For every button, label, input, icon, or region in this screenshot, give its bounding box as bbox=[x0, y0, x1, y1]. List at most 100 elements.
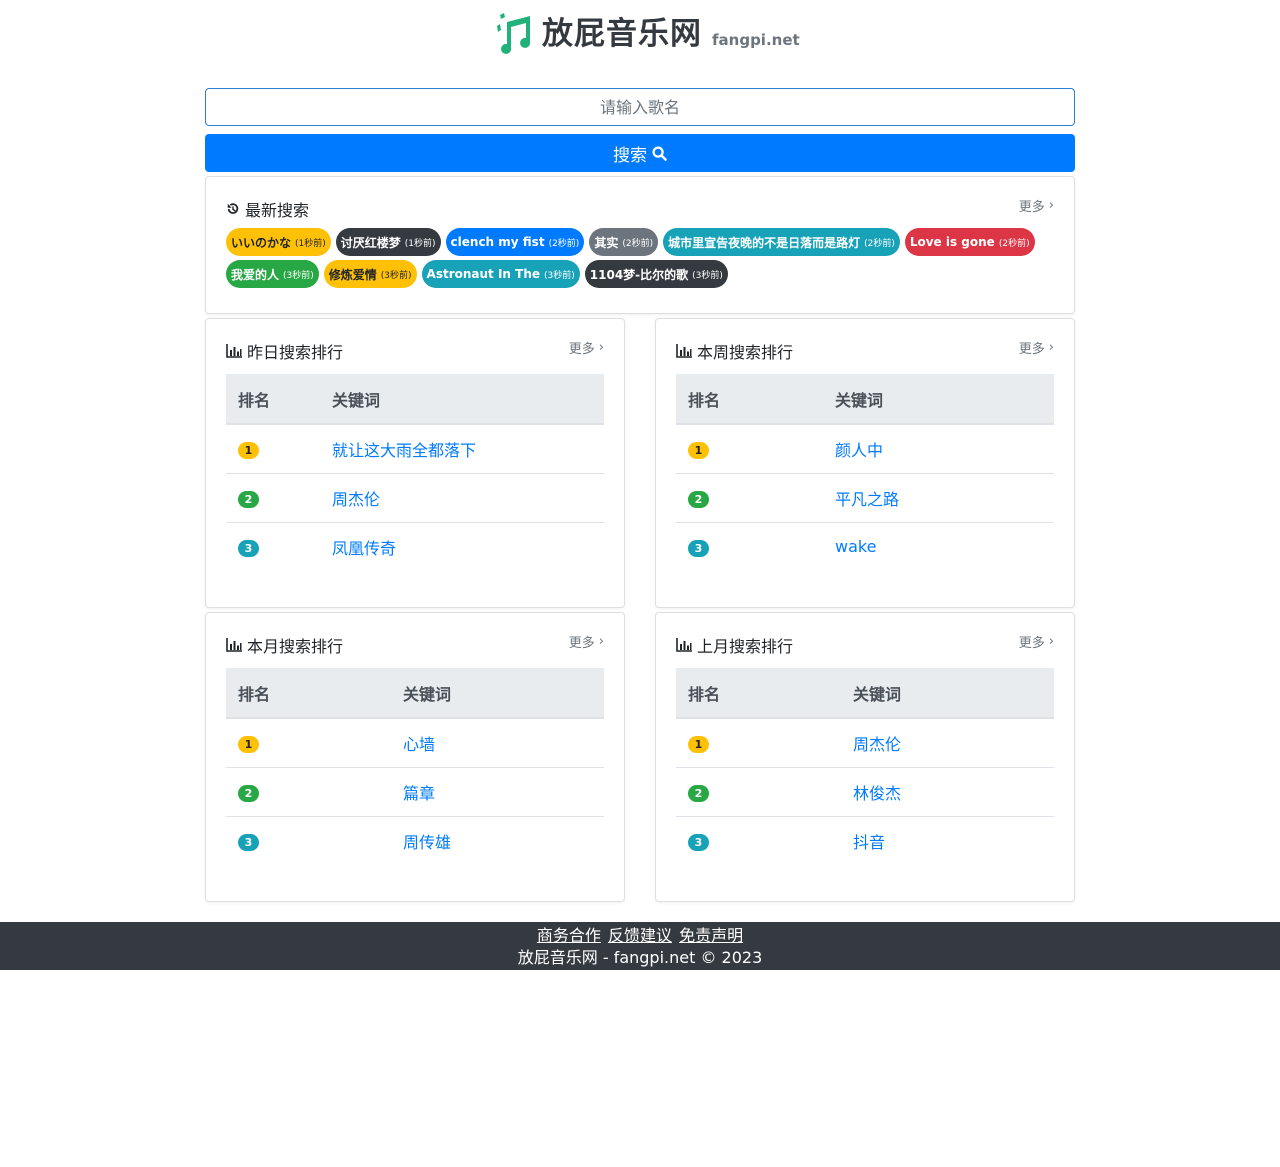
rank-badge: 3 bbox=[688, 539, 709, 557]
keyword-cell: 篇章 bbox=[391, 766, 604, 816]
table-header-row: 排名 关键词 bbox=[676, 374, 1054, 425]
rank-badge: 1 bbox=[688, 735, 709, 753]
ranking-more-link[interactable]: 更多 › bbox=[1019, 632, 1054, 651]
footer-link-feedback[interactable]: 反馈建议 bbox=[608, 926, 672, 945]
site-header: 放屁音乐网 fangpi.net bbox=[0, 0, 1280, 80]
site-domain: fangpi.net bbox=[712, 31, 800, 49]
rank-badge: 2 bbox=[688, 490, 709, 508]
more-label: 更多 bbox=[568, 342, 595, 357]
ranking-more-link[interactable]: 更多 › bbox=[569, 338, 604, 357]
keyword-link[interactable]: 平凡之路 bbox=[835, 490, 899, 509]
search-tag-text: 1104梦-比尔的歌 bbox=[589, 267, 689, 282]
search-tag[interactable]: 我爱的人 (3秒前) bbox=[226, 260, 319, 288]
search-tag[interactable]: Love is gone (2秒前) bbox=[904, 228, 1035, 256]
more-label: 更多 bbox=[1018, 636, 1045, 651]
rank-badge: 2 bbox=[688, 784, 709, 802]
rank-cell: 3 bbox=[676, 521, 823, 571]
more-label: 更多 bbox=[1018, 342, 1045, 357]
table-header-row: 排名 关键词 bbox=[676, 668, 1054, 719]
search-tag-text: いいのかな bbox=[231, 235, 292, 250]
search-tag-text: 修炼爱情 bbox=[328, 267, 377, 282]
rank-column-header: 排名 bbox=[676, 668, 841, 719]
keyword-column-header: 关键词 bbox=[841, 668, 1054, 719]
search-tag-text: 其实 bbox=[594, 235, 619, 250]
ranking-title-text: 上月搜索排行 bbox=[697, 637, 794, 656]
table-row: 3 wake bbox=[676, 521, 1054, 571]
search-tag[interactable]: 城市里宣告夜晚的不是日落而是路灯 (2秒前) bbox=[663, 228, 900, 256]
search-tag[interactable]: 其实 (2秒前) bbox=[589, 228, 659, 256]
keyword-link[interactable]: 周杰伦 bbox=[853, 735, 901, 754]
rank-cell: 3 bbox=[226, 521, 320, 571]
table-row: 3 凤凰传奇 bbox=[226, 521, 604, 571]
more-label: 更多 bbox=[568, 636, 595, 651]
search-tag-text: 讨厌红楼梦 bbox=[340, 235, 401, 250]
keyword-cell: 林俊杰 bbox=[841, 766, 1054, 816]
rank-cell: 1 bbox=[676, 718, 841, 767]
keyword-link[interactable]: 颜人中 bbox=[835, 441, 883, 460]
rank-badge: 1 bbox=[238, 441, 259, 459]
search-tag[interactable]: 讨厌红楼梦 (1秒前) bbox=[335, 228, 441, 256]
search-tag-text: Astronaut In The bbox=[426, 267, 541, 281]
table-header-row: 排名 关键词 bbox=[226, 668, 604, 719]
keyword-cell: wake bbox=[823, 521, 1054, 571]
ranking-more-link[interactable]: 更多 › bbox=[569, 632, 604, 651]
search-button-label: 搜索 bbox=[613, 145, 647, 166]
ranking-table: 排名 关键词 1 颜人中 2 平凡之路 3 wake bbox=[676, 374, 1054, 571]
footer-links: 商务合作 反馈建议 免责声明 bbox=[0, 925, 1280, 947]
keyword-link[interactable]: 周杰伦 bbox=[332, 490, 380, 509]
rank-cell: 1 bbox=[676, 424, 823, 473]
search-input[interactable] bbox=[205, 88, 1075, 126]
latest-tags: いいのかな (1秒前) 讨厌红楼梦 (1秒前) clench my fist (2秒前) 其… bbox=[226, 228, 1056, 288]
rank-badge: 2 bbox=[238, 490, 259, 508]
search-button[interactable]: 搜索 bbox=[205, 134, 1075, 172]
ranking-table: 排名 关键词 1 就让这大雨全都落下 2 周杰伦 3 凤凰传奇 bbox=[226, 374, 604, 571]
table-row: 2 林俊杰 bbox=[676, 766, 1054, 816]
search-tag-time: (2秒前) bbox=[622, 238, 654, 249]
search-tag-time: (1秒前) bbox=[404, 238, 436, 249]
keyword-column-header: 关键词 bbox=[320, 374, 604, 425]
latest-more-link[interactable]: 更多 › bbox=[1019, 196, 1054, 215]
latest-search-title-text: 最新搜索 bbox=[245, 201, 310, 220]
search-tag[interactable]: 1104梦-比尔的歌 (3秒前) bbox=[584, 260, 728, 288]
rank-cell: 2 bbox=[676, 472, 823, 522]
bar-chart-icon bbox=[226, 638, 242, 652]
rank-cell: 1 bbox=[226, 718, 391, 767]
table-row: 2 篇章 bbox=[226, 766, 604, 816]
footer-link-business[interactable]: 商务合作 bbox=[537, 926, 601, 945]
keyword-link[interactable]: 林俊杰 bbox=[853, 784, 901, 803]
keyword-column-header: 关键词 bbox=[823, 374, 1054, 425]
latest-search-card: 最新搜索 更多 › いいのかな (1秒前) 讨厌红楼梦 (1秒前) clench my … bbox=[205, 176, 1075, 314]
site-footer: 商务合作 反馈建议 免责声明 放屁音乐网 - fangpi.net © 2023 bbox=[0, 922, 1280, 970]
search-tag-time: (3秒前) bbox=[380, 270, 412, 281]
keyword-link[interactable]: wake bbox=[835, 537, 876, 556]
search-tag[interactable]: いいのかな (1秒前) bbox=[226, 228, 331, 256]
ranking-table: 排名 关键词 1 周杰伦 2 林俊杰 3 抖音 bbox=[676, 668, 1054, 865]
search-tag[interactable]: Astronaut In The (3秒前) bbox=[421, 260, 580, 288]
music-note-icon bbox=[497, 13, 531, 54]
keyword-cell: 颜人中 bbox=[823, 424, 1054, 473]
keyword-link[interactable]: 就让这大雨全都落下 bbox=[332, 441, 476, 460]
keyword-link[interactable]: 凤凰传奇 bbox=[332, 539, 396, 558]
chevron-right-icon: › bbox=[598, 340, 604, 355]
ranking-more-link[interactable]: 更多 › bbox=[1019, 338, 1054, 357]
ranking-title: 昨日搜索排行 bbox=[226, 339, 343, 363]
rank-cell: 3 bbox=[676, 815, 841, 865]
site-logo[interactable]: 放屁音乐网 fangpi.net bbox=[496, 12, 800, 54]
rank-cell: 2 bbox=[676, 766, 841, 816]
more-label: 更多 bbox=[1018, 200, 1045, 215]
search-tag[interactable]: clench my fist (2秒前) bbox=[445, 228, 585, 256]
search-tag-time: (2秒前) bbox=[998, 238, 1030, 249]
rank-cell: 2 bbox=[226, 472, 320, 522]
keyword-link[interactable]: 周传雄 bbox=[403, 833, 451, 852]
ranking-title: 上月搜索排行 bbox=[676, 633, 793, 657]
keyword-link[interactable]: 心墙 bbox=[403, 735, 435, 754]
search-icon bbox=[652, 145, 667, 161]
search-tag[interactable]: 修炼爱情 (3秒前) bbox=[323, 260, 417, 288]
rank-column-header: 排名 bbox=[226, 374, 320, 425]
search-tag-time: (3秒前) bbox=[692, 270, 723, 281]
keyword-link[interactable]: 篇章 bbox=[403, 784, 435, 803]
table-row: 1 就让这大雨全都落下 bbox=[226, 424, 604, 473]
keyword-link[interactable]: 抖音 bbox=[853, 833, 885, 852]
footer-link-disclaimer[interactable]: 免责声明 bbox=[679, 926, 743, 945]
search-tag-time: (3秒前) bbox=[283, 270, 314, 281]
